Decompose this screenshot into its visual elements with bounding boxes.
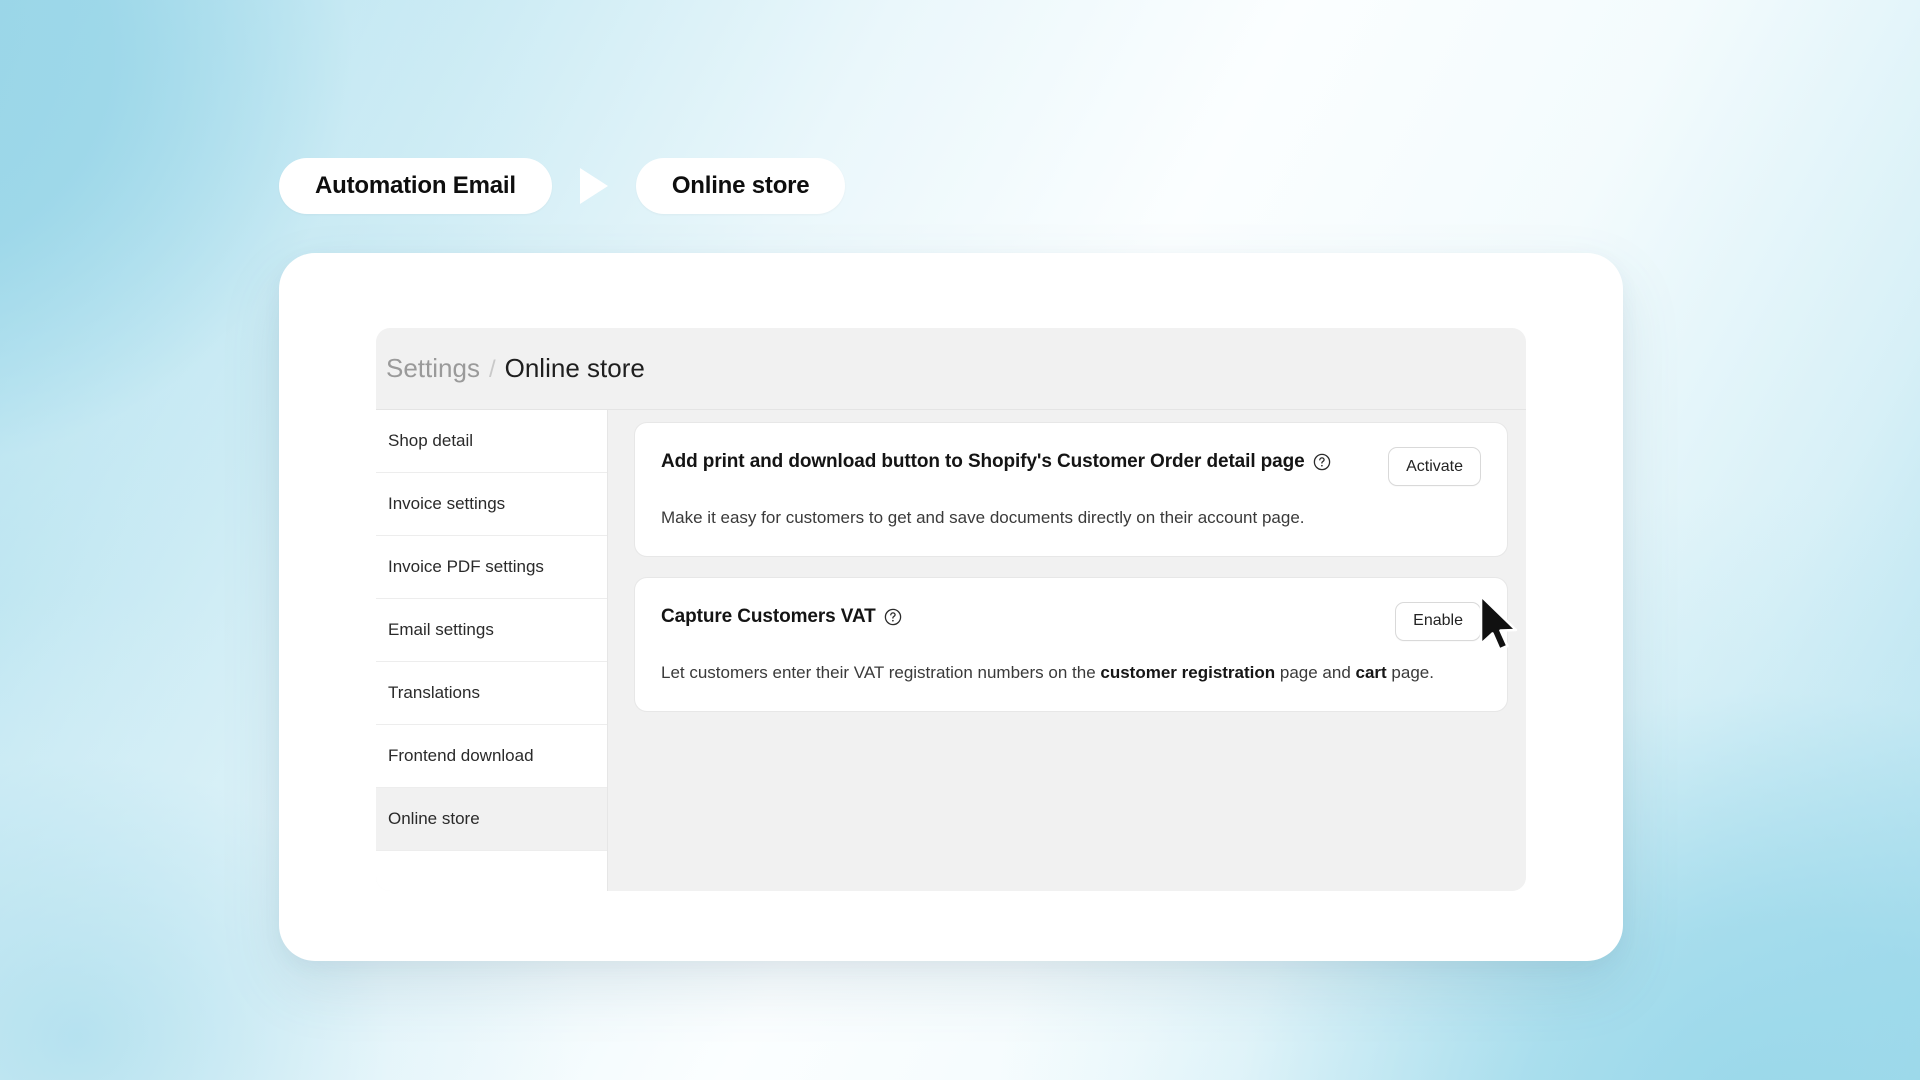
play-triangle-right-icon xyxy=(552,165,636,207)
flow-step-online-store[interactable]: Online store xyxy=(635,158,846,214)
panel-header: Settings / Online store xyxy=(376,328,1526,410)
breadcrumb: Settings / Online store xyxy=(386,353,645,384)
question-circle-icon[interactable] xyxy=(1313,453,1331,471)
sidebar-item-label: Invoice PDF settings xyxy=(388,557,544,576)
breadcrumb-parent[interactable]: Settings xyxy=(386,353,480,384)
sidebar-item-label: Online store xyxy=(388,809,480,828)
card-title: Capture Customers VAT xyxy=(661,602,902,628)
enable-button[interactable]: Enable xyxy=(1395,601,1481,641)
card-title-text: Capture Customers VAT xyxy=(661,605,876,627)
sidebar-item-label: Translations xyxy=(388,683,480,702)
sidebar-item-translations[interactable]: Translations xyxy=(376,662,607,725)
card-title-text: Add print and download button to Shopify… xyxy=(661,451,1305,472)
card-description: Make it easy for customers to get and sa… xyxy=(661,508,1305,527)
panel-body: Shop detail Invoice settings Invoice PDF… xyxy=(376,410,1526,891)
question-circle-icon[interactable] xyxy=(884,608,902,626)
sidebar-item-online-store[interactable]: Online store xyxy=(376,788,607,851)
setting-card-capture-customers-vat: Capture Customers VAT Enable Let custome… xyxy=(634,576,1508,712)
sidebar-item-label: Shop detail xyxy=(388,431,474,450)
sidebar-item-invoice-pdf-settings[interactable]: Invoice PDF settings xyxy=(376,536,607,599)
app-window-card: Settings / Online store Shop detail Invo… xyxy=(279,253,1623,961)
card-title: Add print and download button to Shopify… xyxy=(661,447,1331,473)
sidebar-item-shop-detail[interactable]: Shop detail xyxy=(376,410,607,473)
sidebar-item-label: Email settings xyxy=(388,620,494,639)
sidebar-item-email-settings[interactable]: Email settings xyxy=(376,599,607,662)
card-description: Let customers enter their VAT registrati… xyxy=(661,662,1434,682)
sidebar-item-frontend-download[interactable]: Frontend download xyxy=(376,725,607,788)
settings-content: Add print and download button to Shopify… xyxy=(608,410,1526,891)
settings-sidebar: Shop detail Invoice settings Invoice PDF… xyxy=(376,410,608,891)
flow-breadcrumb: Automation Email Online store xyxy=(279,158,846,214)
sidebar-item-invoice-settings[interactable]: Invoice settings xyxy=(376,473,607,536)
breadcrumb-separator: / xyxy=(488,356,496,383)
breadcrumb-current: Online store xyxy=(504,353,645,383)
setting-card-print-download-button: Add print and download button to Shopify… xyxy=(634,422,1508,557)
card-header-row: Add print and download button to Shopify… xyxy=(661,447,1481,486)
sidebar-item-label: Invoice settings xyxy=(388,494,506,513)
settings-panel: Settings / Online store Shop detail Invo… xyxy=(376,328,1526,891)
sidebar-item-label: Frontend download xyxy=(388,746,534,765)
activate-button[interactable]: Activate xyxy=(1388,447,1481,486)
flow-step-automation-email[interactable]: Automation Email xyxy=(279,158,552,214)
card-header-row: Capture Customers VAT Enable xyxy=(661,601,1481,641)
